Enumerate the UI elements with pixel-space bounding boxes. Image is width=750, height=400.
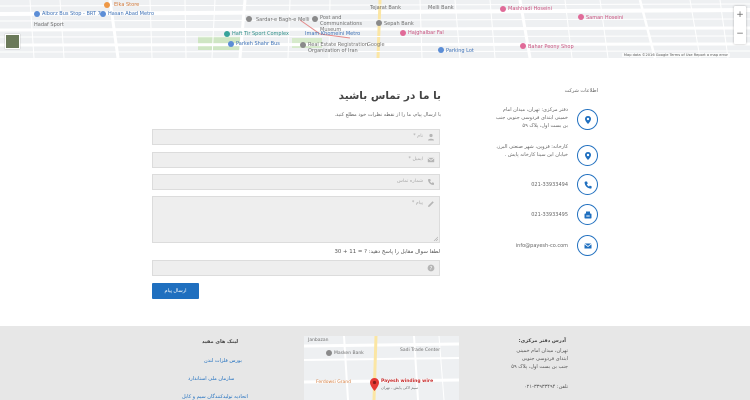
map-label-real-estate-registration: Real Estate Registration Organization of… <box>308 42 368 54</box>
zoom-out-button[interactable]: − <box>734 25 746 44</box>
useful-links-title: لینک های مفید <box>202 339 239 345</box>
info-item-fax: 021-33933495 <box>498 204 598 226</box>
name-placeholder: نام * <box>413 134 423 139</box>
info-item-phone: 021-33933494 <box>498 174 598 196</box>
restaurant-marker-icon[interactable] <box>400 30 406 36</box>
map-label-parking-lot: Parking Lot <box>446 48 474 54</box>
government-marker-icon[interactable] <box>300 42 306 48</box>
footer-phone: تلفن: ۳۳۹۳۳۴۹۴-۰۲۱ <box>523 384 568 390</box>
footer-address-title: آدرس دفتر مرکزی: <box>518 338 566 344</box>
svg-text:?: ? <box>430 266 433 272</box>
footer-link-standard-org[interactable]: سازمان ملی استاندارد <box>188 376 234 382</box>
map-label-imam-khomeini-metro: Imam Khomeini Metro <box>305 31 361 37</box>
resize-handle-icon[interactable] <box>433 236 438 241</box>
footer-address-line: ابتدای فردوسی جنوبی <box>521 356 568 362</box>
parking-marker-icon[interactable] <box>438 47 444 53</box>
contact-form-subtitle: با ارسال پیام، ما را از نقطه نظرات خود م… <box>334 112 441 118</box>
phone-placeholder: شماره تماس <box>396 179 423 184</box>
map-label-parkeh-shahr-bus: Parkeh Shahr Bus <box>236 41 280 47</box>
map-label-mashhadi-hoseini: Mashhadi Hoseini <box>508 6 552 12</box>
map-label-sardar-bagh-e-melli: Sardar-e Bagh-e Melli <box>256 17 310 23</box>
phone-field[interactable]: شماره تماس <box>152 174 440 190</box>
footer: آدرس دفتر مرکزی: تهران، میدان امام خمینی… <box>0 326 750 400</box>
email-field[interactable]: ایمیل * <box>152 152 440 168</box>
google-logo: Google <box>367 42 385 48</box>
map-label-sepah-bank: Sepah Bank <box>384 21 414 27</box>
map-label-alborz-bus-stop: Alborz Bus Stop - BRT 7 <box>42 11 101 17</box>
map-label-melli-bank: Melli Bank <box>428 5 454 11</box>
zoom-in-button[interactable]: + <box>734 6 746 25</box>
pencil-icon <box>428 201 434 207</box>
info-item-head-office: دفتر مرکزی: تهران، میدان امام خمینی ابتد… <box>496 107 598 138</box>
map-marker-icon <box>577 109 598 130</box>
message-textarea[interactable]: پیام * <box>152 196 440 243</box>
contact-form-title: با ما در تماس باشید <box>338 90 441 102</box>
captcha-answer-field[interactable]: ? <box>152 260 440 276</box>
question-icon: ? <box>427 264 435 272</box>
map-label-elka-store: Elka Store <box>114 2 140 8</box>
map-marker-icon <box>577 145 598 166</box>
user-icon <box>428 133 434 141</box>
map-label-saman-hoseini: Saman Hoseini <box>586 15 624 21</box>
footer-link-wire-cable-union[interactable]: اتحادیه تولیدکنندگان سیم و کابل <box>182 394 248 400</box>
map-label-tejarat-bank: Tejarat Bank <box>370 5 401 11</box>
map-label-sadi-trade-center: Sadi Trade Center <box>400 348 441 353</box>
bank-marker-icon[interactable] <box>376 20 382 26</box>
landmark-marker-icon[interactable] <box>246 16 252 22</box>
satellite-toggle-thumbnail[interactable] <box>5 34 20 49</box>
shop-marker-icon[interactable] <box>520 43 526 49</box>
bus-stop-marker-icon[interactable] <box>34 11 40 17</box>
phone-icon <box>577 174 598 195</box>
footer-address-line: تهران، میدان امام خمینی <box>516 348 568 354</box>
envelope-icon <box>577 235 598 256</box>
map-label-haj-hasan: Hajghalbar Fal <box>408 30 444 36</box>
email-address[interactable]: info@payesh-co.com <box>490 242 568 250</box>
captcha-question: لطفا سوال مقابل را پاسخ دهید: ? = 11 + 3… <box>334 249 440 255</box>
top-map[interactable]: Elka Store Alborz Bus Stop - BRT 7 Hasan… <box>0 0 750 58</box>
map-label-masken-bank: Masken Bank <box>334 351 364 356</box>
sport-complex-marker-icon[interactable] <box>224 31 230 37</box>
fax-number: 021-33933495 <box>531 212 568 218</box>
metro-marker-icon[interactable] <box>100 11 106 17</box>
map-label-ferdowsi-grand: Ferdowsi Grand <box>316 380 352 385</box>
envelope-icon <box>427 157 435 163</box>
restaurant-marker-icon[interactable] <box>578 14 584 20</box>
footer-link-lme[interactable]: بورس فلزات لندن <box>204 358 242 364</box>
location-pin-icon[interactable] <box>370 378 379 391</box>
bank-marker-icon[interactable] <box>326 350 332 356</box>
info-item-factory: کارخانه: قزوین، شهر صنعتی البرز، خیابان … <box>496 144 598 174</box>
footer-address-line: جنب بن بست اول، پلاک ۵۹ <box>511 364 568 370</box>
map-label-bahar-peony-shop: Bahar Peony Shop <box>528 44 574 50</box>
head-office-address: دفتر مرکزی: تهران، میدان امام خمینی ابتد… <box>495 107 568 129</box>
bus-marker-icon[interactable] <box>228 41 234 47</box>
map-label-hadaf-sport: Hadaf Sport <box>34 22 64 28</box>
museum-marker-icon[interactable] <box>312 16 318 22</box>
message-placeholder: پیام * <box>411 201 423 206</box>
name-field[interactable]: نام * <box>152 129 440 145</box>
map-label-hasan-abad-metro: Hasan Abad Metro <box>108 11 155 17</box>
company-info-title: اطلاعات شرکت <box>564 88 598 94</box>
info-item-email: info@payesh-co.com <box>498 235 598 257</box>
store-marker-icon[interactable] <box>104 2 110 8</box>
footer-map[interactable]: Janbazan Masken Bank Sadi Trade Center F… <box>304 336 459 400</box>
email-placeholder: ایمیل * <box>408 157 423 162</box>
map-attribution[interactable]: Map data ©2016 Google Terms of Use Repor… <box>621 53 730 57</box>
map-label-janbazan: Janbazan <box>308 338 329 343</box>
restaurant-marker-icon[interactable] <box>500 6 506 12</box>
factory-address: کارخانه: قزوین، شهر صنعتی البرز، خیابان … <box>496 144 568 158</box>
fax-icon <box>577 204 598 225</box>
phone-number: 021-33933494 <box>531 182 568 188</box>
map-label-haft-tir-sport-complex: Haft Tir Sport Complex <box>232 31 289 37</box>
map-label-payesh-subtitle: سیم لاکی پایش - تهران <box>381 385 419 390</box>
map-zoom-control[interactable]: + − <box>734 6 746 44</box>
send-message-button[interactable]: ارسال پیام <box>152 283 199 299</box>
phone-icon <box>428 179 434 185</box>
